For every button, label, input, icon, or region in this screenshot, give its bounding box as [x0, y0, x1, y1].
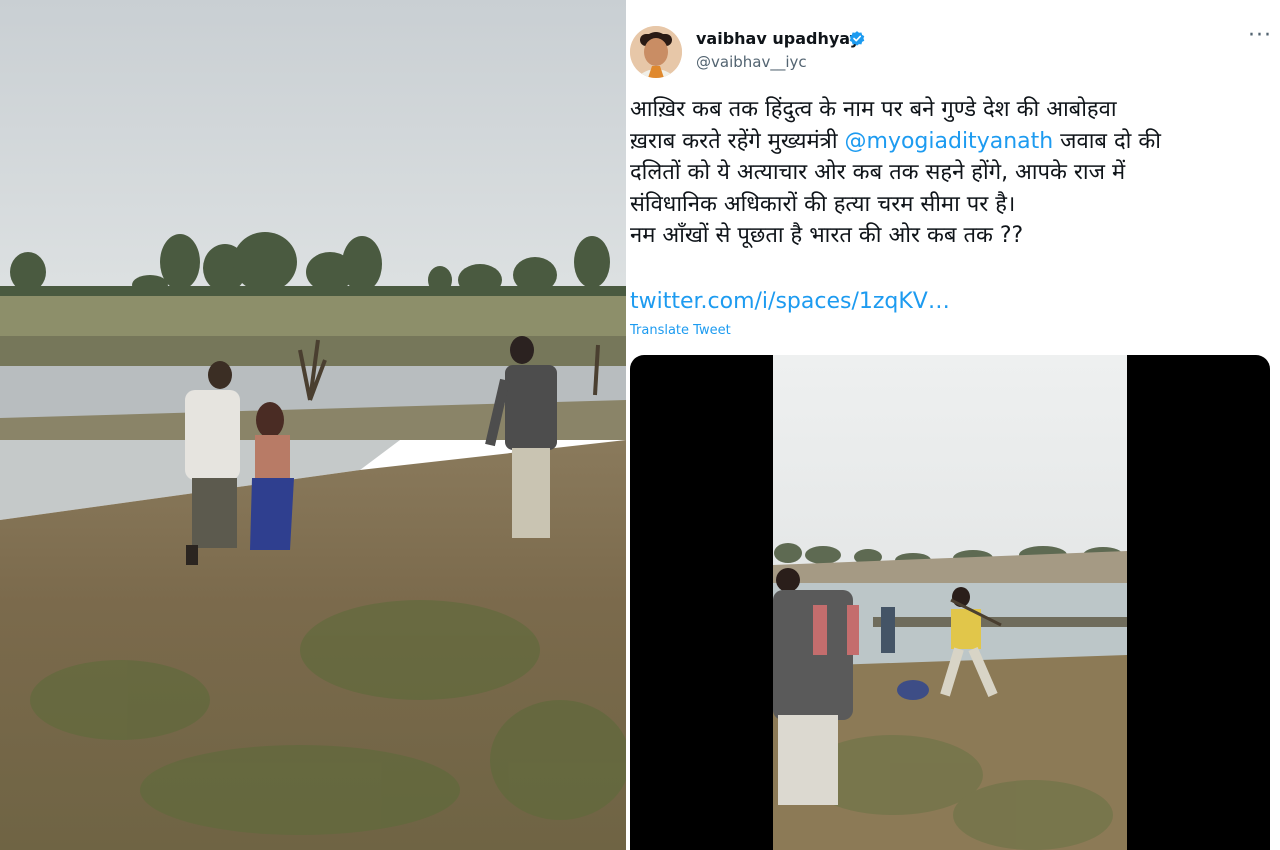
display-name[interactable]: vaibhav upadhyay: [696, 29, 860, 48]
user-handle[interactable]: @vaibhav__iyc: [696, 53, 807, 71]
tweet-text-line: आख़िर कब तक हिंदुत्व के नाम पर बने गुण्ड…: [630, 97, 1117, 122]
more-horizontal-icon[interactable]: ···: [1248, 25, 1272, 47]
video-frame-image: [773, 355, 1127, 850]
tweet-media-video[interactable]: [630, 355, 1270, 850]
left-video-frame: [0, 0, 626, 850]
translate-tweet-link[interactable]: Translate Tweet: [630, 323, 731, 338]
tweet-text-segment: जवाब दो की: [1053, 128, 1161, 154]
verified-badge-icon: [849, 31, 865, 46]
tweet-text-line: संविधानिक अधिकारों की हत्या चरम सीमा पर …: [630, 191, 1016, 217]
tweet-text: आख़िर कब तक हिंदुत्व के नाम पर बने गुण्ड…: [630, 94, 1270, 252]
spaces-link[interactable]: twitter.com/i/spaces/1zqKV…: [630, 289, 950, 314]
tweet-card: vaibhav upadhyay @vaibhav__iyc ··· आख़िर…: [626, 0, 1280, 850]
tweet-text-line: नम आँखों से पूछता है भारत की ओर कब तक ??: [630, 223, 1024, 248]
mention-link[interactable]: @myogiadityanath: [845, 129, 1054, 154]
avatar[interactable]: [630, 26, 682, 78]
profile-photo: [630, 26, 682, 78]
tweet-text-line: ख़राब करते रहेंगे मुख्यमंत्री @myogiadit…: [630, 126, 1270, 158]
tweet-text-line: दलितों को ये अत्याचार ओर कब तक सहने होंग…: [630, 160, 1126, 185]
riverbank-scene-image: [0, 0, 626, 850]
tweet-text-segment: ख़राब करते रहेंगे मुख्यमंत्री: [630, 128, 845, 154]
